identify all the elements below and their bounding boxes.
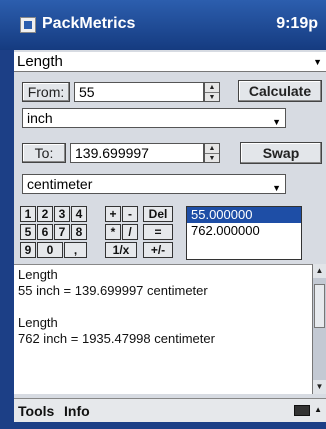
result-line: 762 inch = 1935.47998 centimeter	[18, 331, 215, 346]
menu-tools[interactable]: Tools	[18, 403, 54, 419]
key-1[interactable]: 1	[20, 206, 36, 222]
from-stepper[interactable]: ▲ ▼	[204, 82, 220, 102]
chevron-up-icon[interactable]: ▲	[314, 405, 322, 414]
title-bar: PackMetrics 9:19p	[0, 0, 326, 50]
key-equals[interactable]: =	[143, 224, 173, 240]
key-5[interactable]: 5	[20, 224, 36, 240]
scroll-down-icon[interactable]: ▼	[313, 380, 326, 394]
key-2[interactable]: 2	[37, 206, 53, 222]
key-8[interactable]: 8	[71, 224, 87, 240]
keyboard-icon[interactable]	[294, 405, 310, 416]
stepper-down-icon[interactable]: ▼	[205, 154, 219, 163]
key-9[interactable]: 9	[20, 242, 36, 258]
menu-bar: Tools Info ▲	[14, 398, 326, 422]
key-del[interactable]: Del	[143, 206, 173, 222]
result-heading: Length	[18, 267, 58, 282]
key-7[interactable]: 7	[54, 224, 70, 240]
swap-button[interactable]: Swap	[240, 142, 322, 164]
device-screen: PackMetrics 9:19p Length ▼ From: 55 ▲ ▼ …	[0, 0, 326, 429]
key-plus[interactable]: +	[105, 206, 121, 222]
from-value-input[interactable]: 55	[74, 82, 204, 102]
chevron-down-icon: ▼	[272, 117, 281, 127]
clock[interactable]: 9:19p	[276, 15, 318, 33]
history-item[interactable]: 762.000000	[187, 223, 301, 239]
key-minus[interactable]: -	[122, 206, 138, 222]
left-frame	[0, 50, 14, 429]
chevron-down-icon: ▼	[272, 183, 281, 193]
category-select[interactable]: Length ▼	[14, 52, 326, 72]
to-stepper[interactable]: ▲ ▼	[204, 143, 220, 163]
chevron-down-icon: ▼	[313, 57, 322, 67]
from-label-button[interactable]: From:	[22, 82, 70, 102]
key-0[interactable]: 0	[37, 242, 63, 258]
calculate-button[interactable]: Calculate	[238, 80, 322, 102]
key-6[interactable]: 6	[37, 224, 53, 240]
app-icon	[20, 17, 36, 33]
results-log: Length 55 inch = 139.699997 centimeter L…	[14, 264, 312, 394]
from-unit-value: inch	[27, 110, 53, 126]
key-divide[interactable]: /	[122, 224, 138, 240]
app-title: PackMetrics	[42, 15, 136, 32]
to-unit-value: centimeter	[27, 176, 93, 192]
key-negate[interactable]: +/-	[143, 242, 173, 258]
menu-info[interactable]: Info	[64, 403, 90, 419]
stepper-up-icon[interactable]: ▲	[205, 144, 219, 154]
results-scrollbar[interactable]: ▲ ▼	[312, 264, 326, 394]
scroll-up-icon[interactable]: ▲	[313, 264, 326, 278]
stepper-down-icon[interactable]: ▼	[205, 93, 219, 102]
result-line: 55 inch = 139.699997 centimeter	[18, 283, 208, 298]
result-heading: Length	[18, 315, 58, 330]
key-3[interactable]: 3	[54, 206, 70, 222]
stepper-up-icon[interactable]: ▲	[205, 83, 219, 93]
history-item-selected[interactable]: 55.000000	[187, 207, 301, 223]
to-unit-select[interactable]: centimeter ▼	[22, 174, 286, 194]
from-unit-select[interactable]: inch ▼	[22, 108, 286, 128]
key-comma[interactable]: ,	[64, 242, 87, 258]
key-multiply[interactable]: *	[105, 224, 121, 240]
key-4[interactable]: 4	[71, 206, 87, 222]
history-list[interactable]: 55.000000 762.000000	[186, 206, 302, 260]
to-label-button[interactable]: To:	[22, 143, 66, 163]
category-value: Length	[17, 53, 63, 70]
bottom-frame	[0, 422, 326, 429]
to-value-input[interactable]: 139.699997	[70, 143, 204, 163]
key-reciprocal[interactable]: 1/x	[105, 242, 137, 258]
scrollbar-thumb[interactable]	[314, 284, 325, 328]
